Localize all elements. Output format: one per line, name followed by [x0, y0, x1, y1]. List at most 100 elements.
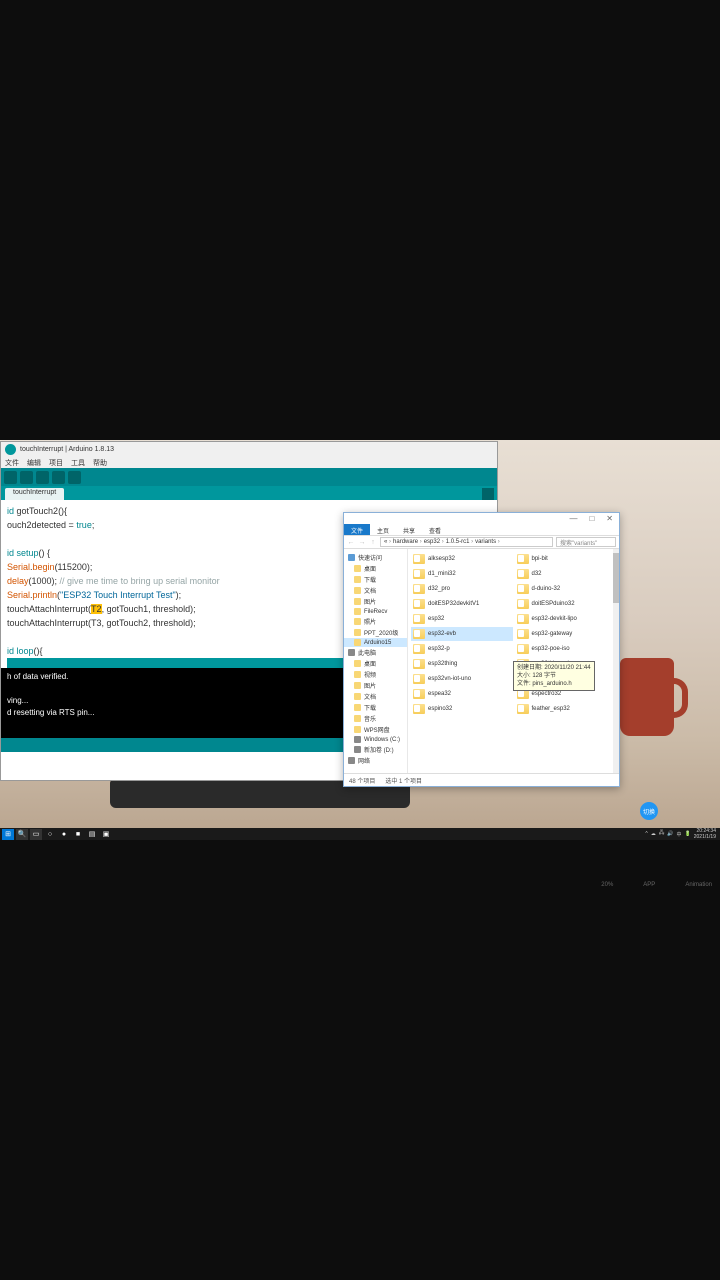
new-button[interactable]: [36, 471, 49, 484]
breadcrumb[interactable]: « hardware esp32 1.0.5-rc1 variants: [380, 537, 553, 547]
explorer-navbar: ← → ↑ « hardware esp32 1.0.5-rc1 variant…: [344, 536, 619, 549]
menu-sketch[interactable]: 项目: [49, 458, 63, 468]
folder-item[interactable]: esp32-p: [411, 642, 513, 656]
tray-ime-icon[interactable]: 中: [677, 831, 682, 838]
taskbar-cortana-icon[interactable]: ○: [44, 829, 56, 840]
save-button[interactable]: [68, 471, 81, 484]
tree-pc-dl[interactable]: 下载: [344, 702, 407, 713]
arduino-menubar[interactable]: 文件 编辑 项目 工具 帮助: [1, 457, 497, 468]
tree-pc-pictures[interactable]: 图片: [344, 680, 407, 691]
tree-quick-access[interactable]: 快速访问: [344, 552, 407, 563]
taskbar-app4-icon[interactable]: ▣: [100, 829, 112, 840]
folder-item[interactable]: esp32thing: [411, 657, 513, 671]
tree-pictures[interactable]: 图片: [344, 596, 407, 607]
explorer-ribbon: 文件 主页 共享 查看: [344, 524, 619, 536]
tree-pc-music[interactable]: 音乐: [344, 713, 407, 724]
tree-pc-desktop[interactable]: 桌面: [344, 658, 407, 669]
tree-this-pc[interactable]: 此电脑: [344, 647, 407, 658]
folder-item[interactable]: d32: [515, 567, 617, 581]
taskbar-taskview-icon[interactable]: ▭: [30, 829, 42, 840]
folder-item[interactable]: espino32: [411, 702, 513, 716]
tray-battery-icon[interactable]: 🔋: [685, 831, 691, 837]
tree-documents[interactable]: 文档: [344, 585, 407, 596]
folder-item[interactable]: d-duino-32: [515, 582, 617, 596]
ribbon-home[interactable]: 主页: [370, 524, 396, 535]
tree-ppt[interactable]: PPT_2020级: [344, 627, 407, 638]
maximize-button[interactable]: □: [589, 514, 594, 523]
folder-item[interactable]: esp32-devkit-lipo: [515, 612, 617, 626]
taskbar[interactable]: ⊞ 🔍 ▭ ○ ● ■ ▤ ▣ ^ ☁ 🖧 🔊 中 🔋 20:24:34 202…: [0, 828, 720, 840]
explorer-tree[interactable]: 快速访问 桌面 下载 文档 图片 FileRecv 照片 PPT_2020级 A…: [344, 549, 408, 773]
close-button[interactable]: ✕: [606, 514, 613, 523]
verify-button[interactable]: [4, 471, 17, 484]
arduino-titlebar[interactable]: touchInterrupt | Arduino 1.8.13: [1, 442, 497, 457]
taskbar-clock[interactable]: 20:24:34 2021/1/19: [694, 828, 716, 840]
folder-item[interactable]: doitESPduino32: [515, 597, 617, 611]
taskbar-app3-icon[interactable]: ▤: [86, 829, 98, 840]
menu-help[interactable]: 帮助: [93, 458, 107, 468]
folder-item[interactable]: esp32vn-iot-uno: [411, 672, 513, 686]
open-button[interactable]: [52, 471, 65, 484]
folder-icon: [517, 644, 529, 654]
nav-fwd-icon[interactable]: →: [358, 539, 366, 546]
floating-action-button[interactable]: 切换: [640, 802, 658, 820]
tray-onedrive-icon[interactable]: ☁: [651, 831, 656, 837]
folder-item[interactable]: espea32: [411, 687, 513, 701]
folder-item[interactable]: esp32: [411, 612, 513, 626]
tree-filerecv[interactable]: FileRecv: [344, 607, 407, 616]
tree-c-drive[interactable]: Windows (C:): [344, 735, 407, 744]
arduino-title-text: touchInterrupt | Arduino 1.8.13: [20, 446, 114, 453]
folder-icon: [413, 674, 425, 684]
nav-back-icon[interactable]: ←: [347, 539, 355, 546]
tree-pc-videos[interactable]: 视频: [344, 669, 407, 680]
folder-item[interactable]: d32_pro: [411, 582, 513, 596]
tray-network-icon[interactable]: 🖧: [659, 830, 665, 838]
nav-up-icon[interactable]: ↑: [369, 539, 377, 546]
explorer-statusbar: 48 个项目 选中 1 个项目: [344, 773, 619, 786]
menu-tools[interactable]: 工具: [71, 458, 85, 468]
tree-d-drive[interactable]: 新加卷 (D:): [344, 744, 407, 755]
ribbon-file[interactable]: 文件: [344, 524, 370, 535]
folder-item[interactable]: alksesp32: [411, 552, 513, 566]
ribbon-share[interactable]: 共享: [396, 524, 422, 535]
tree-downloads[interactable]: 下载: [344, 574, 407, 585]
tree-pc-docs[interactable]: 文档: [344, 691, 407, 702]
tree-desktop[interactable]: 桌面: [344, 563, 407, 574]
folder-icon: [517, 614, 529, 624]
start-button[interactable]: ⊞: [2, 829, 14, 840]
tree-wps[interactable]: WPS网盘: [344, 724, 407, 735]
sketch-tab[interactable]: touchInterrupt: [5, 488, 64, 500]
tray-up-icon[interactable]: ^: [645, 831, 647, 837]
folder-item[interactable]: esp32-gateway: [515, 627, 617, 641]
tooltip: 创建日期: 2020/11/20 21:44 大小: 128 字节 文件: pi…: [513, 661, 595, 691]
menu-edit[interactable]: 编辑: [27, 458, 41, 468]
folder-item[interactable]: d1_mini32: [411, 567, 513, 581]
tree-network[interactable]: 网络: [344, 755, 407, 766]
tray-volume-icon[interactable]: 🔊: [667, 831, 673, 837]
folder-item[interactable]: esp32-evb: [411, 627, 513, 641]
menu-file[interactable]: 文件: [5, 458, 19, 468]
explorer-file-pane[interactable]: alksesp32bpi-bitd1_mini32d32d32_prod-dui…: [408, 549, 619, 773]
file-explorer-window[interactable]: — □ ✕ 文件 主页 共享 查看 ← → ↑ « hardware esp32…: [343, 512, 620, 787]
folder-icon: [413, 554, 425, 564]
tab-menu-icon[interactable]: [482, 488, 494, 500]
ribbon-view[interactable]: 查看: [422, 524, 448, 535]
tree-photos[interactable]: 照片: [344, 616, 407, 627]
tree-arduino15[interactable]: Arduino15: [344, 638, 407, 647]
scrollbar-vertical[interactable]: [613, 549, 619, 773]
folder-icon: [413, 689, 425, 699]
taskbar-search-icon[interactable]: 🔍: [16, 829, 28, 840]
folder-item[interactable]: esp32-poe-iso: [515, 642, 617, 656]
arduino-tabs: touchInterrupt: [1, 486, 497, 500]
folder-item[interactable]: feather_esp32: [515, 702, 617, 716]
arduino-toolbar: [1, 468, 497, 486]
folder-icon: [413, 629, 425, 639]
folder-item[interactable]: bpi-bit: [515, 552, 617, 566]
explorer-titlebar[interactable]: — □ ✕: [344, 513, 619, 524]
taskbar-app2-icon[interactable]: ■: [72, 829, 84, 840]
search-input[interactable]: 搜索"variants": [556, 537, 616, 547]
taskbar-app1-icon[interactable]: ●: [58, 829, 70, 840]
upload-button[interactable]: [20, 471, 33, 484]
minimize-button[interactable]: —: [569, 514, 577, 523]
folder-item[interactable]: doitESP32devkitV1: [411, 597, 513, 611]
